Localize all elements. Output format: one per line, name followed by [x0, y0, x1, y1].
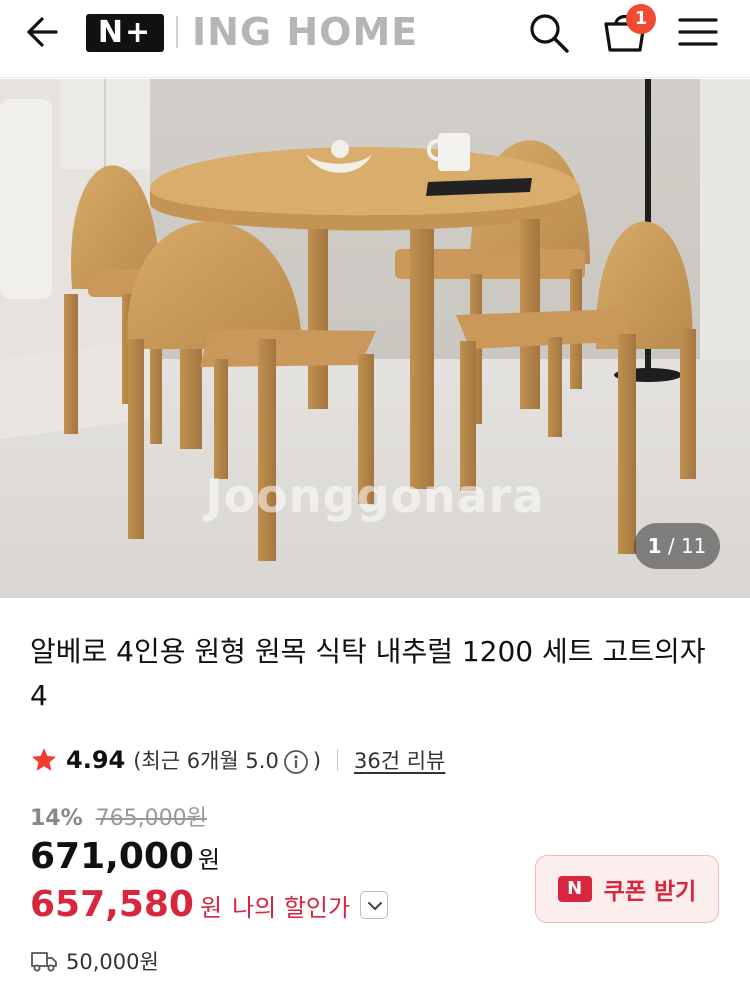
my-price-label: 나의 할인가 [232, 894, 351, 922]
logo-divider [176, 16, 178, 48]
sale-price-unit: 원 [197, 846, 221, 874]
brand-name[interactable]: ING HOME [192, 10, 418, 54]
reviews-link[interactable]: 36건 리뷰 [354, 745, 445, 775]
sale-price: 671,000 원 [30, 836, 220, 877]
discount-row: 14% 765,000원 [30, 800, 207, 832]
back-arrow-icon[interactable] [22, 12, 66, 52]
original-price: 765,000원 [95, 806, 207, 831]
rating-row: 4.94 (최근 6개월 5.0) 36건 리뷰 [30, 740, 445, 780]
pager-current: 1 [647, 534, 662, 558]
product-image-carousel[interactable]: Joonggonara 1 / 11 [0, 79, 750, 598]
pager-total: / 11 [667, 534, 707, 558]
search-icon[interactable] [526, 10, 572, 56]
my-price-value: 657,580 [30, 884, 194, 925]
image-pager: 1 / 11 [634, 523, 720, 569]
discount-rate: 14% [30, 806, 83, 831]
coupon-button[interactable]: N 쿠폰 받기 [535, 855, 719, 923]
recent-rating-close: ) [312, 749, 322, 773]
cart-count-badge: 1 [626, 4, 656, 34]
product-title: 알베로 4인용 원형 원목 식탁 내추럴 1200 세트 고트의자 4 [30, 635, 706, 712]
shipping-row: 50,000원 [30, 946, 159, 976]
info-icon[interactable] [283, 749, 309, 775]
shipping-fee: 50,000원 [66, 950, 159, 974]
watermark-text: Joonggonara [205, 469, 545, 523]
my-discount-price: 657,580 원 나의 할인가 [30, 884, 389, 925]
nplus-logo[interactable]: N+ [86, 14, 164, 52]
rating-score: 4.94 [66, 746, 126, 774]
coupon-n-icon: N [557, 876, 592, 902]
recent-rating: (최근 6개월 5.0) [133, 745, 321, 775]
my-price-unit: 원 [199, 894, 223, 922]
sale-price-value: 671,000 [30, 836, 194, 877]
chevron-down-icon[interactable] [360, 891, 389, 919]
truck-icon [31, 952, 57, 972]
coupon-button-label: 쿠폰 받기 [603, 879, 697, 905]
top-header: N+ ING HOME 1 [0, 0, 750, 78]
star-icon [31, 748, 57, 771]
recent-rating-text: (최근 6개월 5.0 [133, 749, 279, 773]
hamburger-menu-icon[interactable] [676, 12, 720, 52]
rating-divider [337, 749, 339, 771]
